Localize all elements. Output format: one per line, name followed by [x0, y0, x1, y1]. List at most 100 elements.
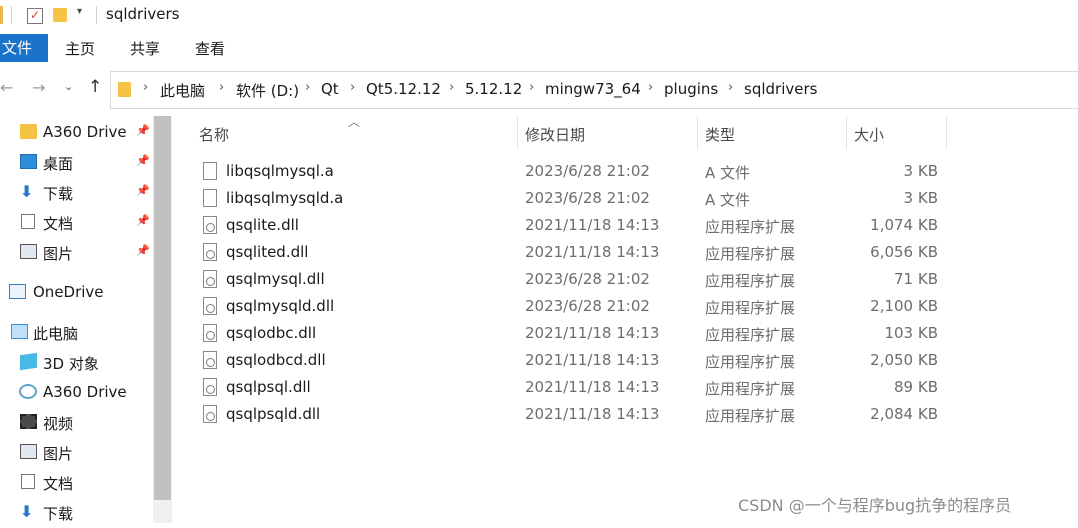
pin-icon: 📌	[136, 214, 150, 227]
video-icon	[20, 414, 37, 429]
file-name: qsqlodbc.dll	[226, 324, 317, 342]
dll-file-icon	[203, 378, 217, 396]
file-row[interactable]: libqsqlmysql.a 2023/6/28 21:02 A 文件 3 KB	[196, 159, 946, 186]
file-row[interactable]: qsqlited.dll 2021/11/18 14:13 应用程序扩展 6,0…	[196, 240, 946, 267]
file-row[interactable]: qsqlmysqld.dll 2023/6/28 21:02 应用程序扩展 2,…	[196, 294, 946, 321]
navigation-pane: A360 Drive 📌 桌面 📌 ⬇ 下载 📌 文档 📌 图片 📌 OneDr…	[0, 116, 153, 523]
customize-quick-access-icon[interactable]: ▾	[77, 6, 82, 17]
up-arrow-icon[interactable]: ↑	[88, 77, 102, 97]
sidebar-item-onedrive[interactable]: OneDrive	[0, 278, 152, 308]
file-size: 1,074 KB	[870, 216, 938, 234]
breadcrumb-sqldrivers[interactable]: sqldrivers	[744, 80, 817, 98]
file-date: 2023/6/28 21:02	[525, 162, 650, 180]
breadcrumb-this-pc[interactable]: 此电脑	[160, 80, 205, 101]
breadcrumb-separator-icon[interactable]: ›	[728, 80, 733, 95]
sidebar-item-this-pc[interactable]: 此电脑	[0, 318, 152, 348]
sidebar-item-downloads[interactable]: ⬇ 下载 📌	[0, 178, 152, 208]
file-row[interactable]: qsqlodbcd.dll 2021/11/18 14:13 应用程序扩展 2,…	[196, 348, 946, 375]
sidebar-item-documents[interactable]: 文档	[0, 468, 152, 498]
onedrive-icon	[9, 284, 26, 299]
breadcrumb-separator-icon[interactable]: ›	[143, 80, 148, 95]
file-row[interactable]: libqsqlmysqld.a 2023/6/28 21:02 A 文件 3 K…	[196, 186, 946, 213]
pin-icon: 📌	[136, 124, 150, 137]
sidebar-item-label: 图片	[43, 445, 74, 463]
pin-icon: 📌	[136, 244, 150, 257]
folder-icon	[0, 6, 3, 24]
breadcrumb-separator-icon[interactable]: ›	[350, 80, 355, 95]
column-divider[interactable]	[517, 116, 518, 150]
pictures-icon	[20, 444, 37, 459]
column-header-date[interactable]: 修改日期	[525, 124, 585, 145]
file-name: qsqlmysql.dll	[226, 270, 325, 288]
file-date: 2021/11/18 14:13	[525, 351, 660, 369]
sidebar-scrollbar-thumb[interactable]	[154, 116, 171, 500]
sidebar-item-a360-drive[interactable]: A360 Drive	[0, 378, 152, 408]
breadcrumb-qt[interactable]: Qt	[321, 80, 339, 98]
sidebar-item-3d-objects[interactable]: 3D 对象	[0, 348, 152, 378]
tab-share[interactable]: 共享	[130, 38, 160, 59]
column-divider[interactable]	[846, 116, 847, 150]
sort-ascending-icon: ︿	[348, 115, 361, 129]
dll-file-icon	[203, 297, 217, 315]
file-row[interactable]: qsqlmysql.dll 2023/6/28 21:02 应用程序扩展 71 …	[196, 267, 946, 294]
file-size: 2,100 KB	[870, 297, 938, 315]
sidebar-item-a360-drive-pinned[interactable]: A360 Drive 📌	[0, 118, 152, 148]
properties-icon[interactable]: ✓	[27, 8, 43, 24]
breadcrumb-separator-icon[interactable]: ›	[219, 80, 224, 95]
watermark: CSDN @一个与程序bug抗争的程序员	[738, 496, 1012, 515]
dll-file-icon	[203, 324, 217, 342]
download-icon: ⬇	[20, 502, 34, 521]
pictures-icon	[20, 244, 37, 259]
file-name: libqsqlmysql.a	[226, 162, 334, 180]
tab-view[interactable]: 查看	[195, 38, 225, 59]
column-header-type[interactable]: 类型	[705, 124, 735, 145]
breadcrumb-drive-d[interactable]: 软件 (D:)	[236, 80, 299, 101]
file-size: 2,050 KB	[870, 351, 938, 369]
breadcrumb-separator-icon[interactable]: ›	[529, 80, 534, 95]
file-row[interactable]: qsqlite.dll 2021/11/18 14:13 应用程序扩展 1,07…	[196, 213, 946, 240]
file-type: 应用程序扩展	[705, 218, 796, 236]
new-folder-icon[interactable]	[53, 8, 67, 22]
file-date: 2023/6/28 21:02	[525, 297, 650, 315]
breadcrumb-separator-icon[interactable]: ›	[449, 80, 454, 95]
sidebar-item-label: 图片	[43, 245, 74, 263]
tab-home[interactable]: 主页	[65, 38, 95, 59]
sidebar-item-label: 下载	[43, 185, 74, 203]
sidebar-item-pictures[interactable]: 图片 📌	[0, 238, 152, 268]
breadcrumb-qt5-12-12[interactable]: Qt5.12.12	[366, 80, 441, 98]
sidebar-item-videos[interactable]: 视频	[0, 408, 152, 438]
file-row[interactable]: qsqlodbc.dll 2021/11/18 14:13 应用程序扩展 103…	[196, 321, 946, 348]
sidebar-item-pictures[interactable]: 图片	[0, 438, 152, 468]
file-row[interactable]: qsqlpsqld.dll 2021/11/18 14:13 应用程序扩展 2,…	[196, 402, 946, 429]
dll-file-icon	[203, 270, 217, 288]
computer-icon	[11, 324, 28, 339]
breadcrumb-separator-icon[interactable]: ›	[648, 80, 653, 95]
forward-arrow-icon[interactable]: →	[32, 78, 45, 97]
file-size: 3 KB	[903, 189, 938, 207]
file-type: 应用程序扩展	[705, 380, 796, 398]
breadcrumb-mingw73-64[interactable]: mingw73_64	[545, 80, 641, 98]
sidebar-item-label: A360 Drive	[43, 123, 127, 141]
file-size: 89 KB	[894, 378, 938, 396]
sidebar-item-label: A360 Drive	[43, 383, 127, 401]
breadcrumb-plugins[interactable]: plugins	[664, 80, 718, 98]
sidebar-item-label: 桌面	[43, 155, 74, 173]
sidebar-item-desktop[interactable]: 桌面 📌	[0, 148, 152, 178]
tab-file[interactable]: 文件	[0, 34, 48, 62]
pin-icon: 📌	[136, 184, 150, 197]
column-header-size[interactable]: 大小	[854, 124, 884, 145]
recent-locations-chevron-icon[interactable]: ⌄	[64, 80, 73, 93]
file-icon	[203, 162, 217, 180]
column-divider[interactable]	[946, 116, 947, 150]
breadcrumb-5-12-12[interactable]: 5.12.12	[465, 80, 522, 98]
back-arrow-icon[interactable]: ←	[0, 78, 13, 97]
file-type: 应用程序扩展	[705, 407, 796, 425]
file-date: 2023/6/28 21:02	[525, 270, 650, 288]
sidebar-item-documents[interactable]: 文档 📌	[0, 208, 152, 238]
file-row[interactable]: qsqlpsql.dll 2021/11/18 14:13 应用程序扩展 89 …	[196, 375, 946, 402]
file-date: 2021/11/18 14:13	[525, 324, 660, 342]
column-header-name[interactable]: 名称	[199, 124, 229, 145]
breadcrumb-separator-icon[interactable]: ›	[305, 80, 310, 95]
sidebar-item-downloads[interactable]: ⬇ 下载	[0, 498, 152, 528]
column-divider[interactable]	[697, 116, 698, 150]
